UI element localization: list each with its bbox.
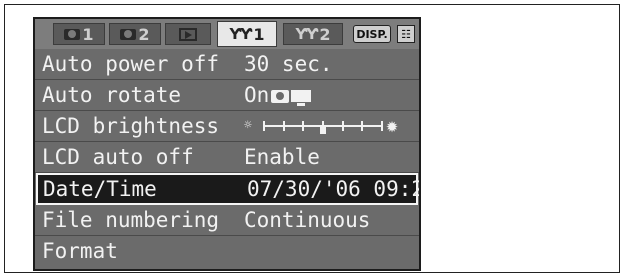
playback-icon <box>179 27 197 41</box>
tab-setup-1[interactable]: ƳƳ 1 <box>217 21 277 47</box>
menu-item-label: Auto rotate <box>42 83 182 107</box>
wrench-icon: ƳƳ <box>295 25 318 43</box>
computer-icon <box>291 90 312 106</box>
dim-sun-icon: ☼ <box>244 118 252 133</box>
setup-menu-list: Auto power off 30 sec. Auto rotate On LC… <box>35 49 419 266</box>
menu-item-value: 30 sec. <box>244 52 333 76</box>
tab-setup-2[interactable]: ƳƳ 2 <box>283 23 343 45</box>
menu-item-lcd-auto-off[interactable]: LCD auto off Enable <box>35 142 419 173</box>
slider-tick <box>361 121 363 131</box>
menu-item-label: LCD brightness <box>42 114 220 138</box>
menu-item-label: Auto power off <box>42 52 220 76</box>
figure-frame: 1 2 ƳƳ 1 ƳƳ 2 DISP. ☷ Auto power off 30 … <box>4 4 620 273</box>
camera-icon <box>120 28 137 40</box>
wrench-icon: ƳƳ <box>229 25 252 43</box>
slider-tick <box>381 121 383 131</box>
menu-item-value: Continuous <box>244 208 371 232</box>
menu-tab-bar: 1 2 ƳƳ 1 ƳƳ 2 DISP. ☷ <box>35 19 419 49</box>
menu-item-label: File numbering <box>42 208 220 232</box>
menu-item-file-numbering[interactable]: File numbering Continuous <box>35 205 419 236</box>
menu-item-value: 07/30/'06 09:26 <box>247 177 421 201</box>
brightness-slider[interactable]: ☼ ✹ <box>244 111 404 141</box>
tab-number: 2 <box>319 24 331 44</box>
auto-rotate-state: On <box>244 83 270 107</box>
disp-button[interactable]: DISP. <box>353 25 391 43</box>
slider-tick <box>283 121 285 131</box>
slider-knob[interactable] <box>320 127 326 134</box>
tab-number: 1 <box>253 24 265 44</box>
my-menu-icon[interactable]: ☷ <box>397 25 415 43</box>
slider-tick <box>263 121 265 131</box>
menu-item-label: Date/Time <box>43 177 157 201</box>
menu-item-auto-power-off[interactable]: Auto power off 30 sec. <box>35 49 419 80</box>
menu-item-lcd-brightness[interactable]: LCD brightness ☼ ✹ <box>35 111 419 142</box>
tab-shooting-2[interactable]: 2 <box>109 23 161 45</box>
tab-number: 1 <box>82 24 94 44</box>
menu-item-label: LCD auto off <box>42 145 194 169</box>
menu-item-format[interactable]: Format <box>35 236 419 266</box>
slider-tick <box>342 121 344 131</box>
menu-item-date-time[interactable]: Date/Time 07/30/'06 09:26 <box>36 173 421 205</box>
slider-tick <box>302 121 304 131</box>
camera-icon <box>271 89 290 103</box>
bright-sun-icon: ✹ <box>386 113 399 137</box>
menu-item-auto-rotate[interactable]: Auto rotate On <box>35 80 419 111</box>
tab-playback[interactable] <box>165 23 211 45</box>
menu-item-value: Enable <box>244 145 320 169</box>
menu-item-value: On <box>244 80 312 110</box>
tab-number: 2 <box>138 24 150 44</box>
tab-shooting-1[interactable]: 1 <box>53 23 105 45</box>
menu-item-label: Format <box>42 239 118 263</box>
camera-lcd-screen: 1 2 ƳƳ 1 ƳƳ 2 DISP. ☷ Auto power off 30 … <box>33 17 421 271</box>
camera-icon <box>64 28 81 40</box>
